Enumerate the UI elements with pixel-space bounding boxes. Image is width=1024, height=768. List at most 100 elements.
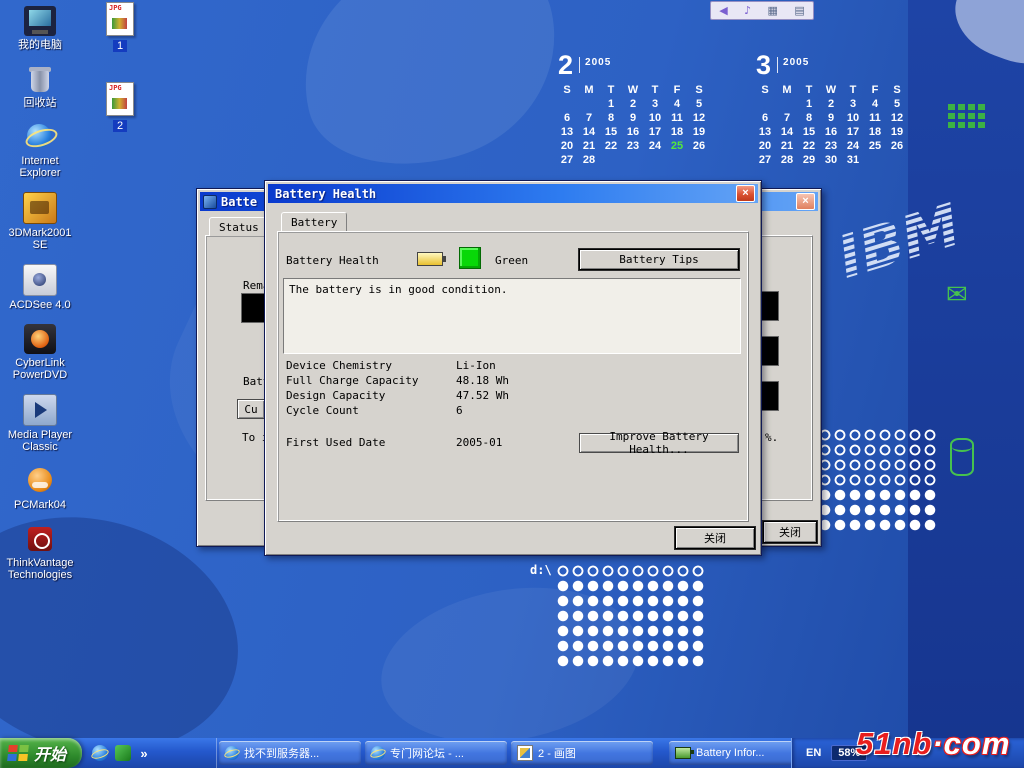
thinkvantage-technologies-icon xyxy=(24,524,56,554)
battery-cylinder-icon xyxy=(950,438,974,476)
jpg-file-icon[interactable]: JPG 2 xyxy=(98,82,142,134)
desktop-icon-label: 我的电脑 xyxy=(18,39,62,51)
desktop: 2 2005 SMTWTFS12345678910111213141516171… xyxy=(0,0,1024,768)
task-label: Battery Infor... xyxy=(696,747,764,759)
desktop-icon-label: Media Player Classic xyxy=(2,429,78,453)
desktop-icon-media-player-classic[interactable]: Media Player Classic xyxy=(2,394,78,453)
start-button[interactable]: 开始 xyxy=(0,738,82,768)
taskbar-task-button[interactable]: Battery Infor... xyxy=(669,741,791,765)
battery-tips-button[interactable]: Battery Tips xyxy=(579,249,739,270)
wallpaper-leaf xyxy=(279,0,582,190)
ie-quick-launch-icon[interactable] xyxy=(92,745,108,761)
desktop-icon-label: 回收站 xyxy=(24,97,57,109)
battery-info-row: Device Chemistry Li-Ion xyxy=(286,359,509,374)
desktop-icon-3dmark2001-se[interactable]: 3DMark2001 SE xyxy=(2,192,78,251)
jpg-thumbnail: JPG xyxy=(106,82,134,116)
media-player-classic-icon xyxy=(23,394,57,426)
battery-health-dialog: Battery Health × Battery Battery Health … xyxy=(264,180,762,556)
watermark-text-white: ·com xyxy=(932,726,1010,761)
taskbar-task-button[interactable]: 2 - 画图 xyxy=(511,741,653,765)
hardware-toolbar: ◀ ♪ ▦ ▤ xyxy=(710,1,814,20)
calendar-year: 2005 xyxy=(783,57,809,68)
first-used-value: 2005-01 xyxy=(456,436,502,449)
cyberlink-powerdvd-icon xyxy=(24,324,56,354)
arrow-icon[interactable]: ◀ xyxy=(719,3,727,18)
battery-info-rows: Device Chemistry Li-Ion Full Charge Capa… xyxy=(286,359,509,419)
language-indicator[interactable]: EN xyxy=(806,747,821,759)
wallpaper-calendar-march: 3 2005 SMTWTFS12345678910111213141516171… xyxy=(754,52,918,166)
file-label: 2 xyxy=(113,120,127,132)
jpg-badge: JPG xyxy=(109,84,122,92)
desktop-icon-label: Internet Explorer xyxy=(2,155,78,179)
close-icon[interactable]: × xyxy=(796,193,815,210)
battery-info-row: Design Capacity 47.52 Wh xyxy=(286,389,509,404)
battery-info-row: Cycle Count 6 xyxy=(286,404,509,419)
wallpaper-dot-grid xyxy=(818,488,938,533)
task-icon xyxy=(225,746,239,760)
calendar-month-number: 2 xyxy=(558,52,573,79)
desktop-icon-acdsee-40[interactable]: ACDSee 4.0 xyxy=(2,264,78,311)
info-value: 6 xyxy=(456,404,463,419)
envelope-icon: ✉ xyxy=(946,282,968,308)
taskbar-task-button[interactable]: 专门网论坛 - ... xyxy=(365,741,507,765)
wallpaper-calendar-february: 2 2005 SMTWTFS12345678910111213141516171… xyxy=(556,52,720,166)
desktop-icon-my-computer[interactable]: 我的电脑 xyxy=(2,6,78,51)
my-computer-icon xyxy=(24,6,56,36)
acdsee-40-icon xyxy=(23,264,57,296)
info-value: 47.52 Wh xyxy=(456,389,509,404)
tab-battery[interactable]: Battery xyxy=(281,212,347,231)
display-icon[interactable]: ▦ xyxy=(768,3,778,18)
desktop-icon-label: ACDSee 4.0 xyxy=(9,299,70,311)
calendar-grid: SMTWTFS123456789101112131415161718192021… xyxy=(556,84,720,166)
51nb-watermark: 51nb·com xyxy=(856,726,1010,762)
info-value: Li-Ion xyxy=(456,359,496,374)
recycle-bin-icon xyxy=(24,64,56,94)
close-icon[interactable]: × xyxy=(736,185,755,202)
task-icon xyxy=(371,746,385,760)
task-label: 专门网论坛 - ... xyxy=(390,745,464,761)
gauge-fragment xyxy=(761,291,779,321)
jpg-file-icon[interactable]: JPG 1 xyxy=(98,2,142,54)
health-status-text: Green xyxy=(495,254,528,267)
jpg-badge: JPG xyxy=(109,4,122,12)
dialog-titlebar[interactable]: Battery Health × xyxy=(268,184,758,203)
windows-flag-icon xyxy=(7,745,29,761)
keypad-icon xyxy=(948,104,985,128)
quick-launch-chevron[interactable]: » xyxy=(138,745,150,761)
info-label: Cycle Count xyxy=(286,404,456,419)
desktop-icon-list: 我的电脑 回收站 Internet Explorer 3DMark2001 SE… xyxy=(2,6,78,594)
calendar-divider xyxy=(777,57,778,73)
health-status-green-square xyxy=(459,247,481,269)
info-label: Design Capacity xyxy=(286,389,456,404)
calendar-divider xyxy=(579,57,580,73)
battery-info-row: Full Charge Capacity 48.18 Wh xyxy=(286,374,509,389)
desktop-icon-recycle-bin[interactable]: 回收站 xyxy=(2,64,78,109)
volume-icon[interactable]: ♪ xyxy=(744,3,751,18)
desktop-icon-internet-explorer[interactable]: Internet Explorer xyxy=(2,122,78,179)
dialog-title: Battery Health xyxy=(275,187,376,201)
window-title: Batte xyxy=(221,195,257,209)
first-used-label: First Used Date xyxy=(286,436,385,449)
task-icon xyxy=(517,745,533,761)
condition-textbox: The battery is in good condition. xyxy=(283,278,741,354)
3dmark2001-se-icon xyxy=(23,192,57,224)
desktop-icon-label: PCMark04 xyxy=(14,499,66,511)
dialog-close-button[interactable]: 关闭 xyxy=(675,527,755,549)
desktop-icon-pcmark04[interactable]: PCMark04 xyxy=(2,466,78,511)
desktop-icon-thinkvantage-technologies[interactable]: ThinkVantage Technologies xyxy=(2,524,78,581)
watermark-text-red: 51nb xyxy=(856,726,932,761)
wallpaper-dot-grid xyxy=(556,579,706,669)
taskbar-task-button[interactable]: 找不到服务器... xyxy=(219,741,361,765)
current-button-fragment[interactable]: Cu xyxy=(237,399,265,419)
tab-status[interactable]: Status xyxy=(209,217,269,236)
drive-label: d:\ xyxy=(530,563,552,577)
keyboard-icon[interactable]: ▤ xyxy=(794,3,804,18)
improve-battery-health-button[interactable]: Improve Battery Health... xyxy=(579,433,739,453)
desktop-icon-cyberlink-powerdvd[interactable]: CyberLink PowerDVD xyxy=(2,324,78,381)
gauge-fragment xyxy=(761,381,779,411)
media-quick-launch-icon[interactable] xyxy=(115,745,131,761)
percent-label-fragment: %. xyxy=(765,431,778,444)
info-label: Device Chemistry xyxy=(286,359,456,374)
bgwin-close-button[interactable]: 关闭 xyxy=(763,521,817,543)
task-label: 2 - 画图 xyxy=(538,745,576,761)
